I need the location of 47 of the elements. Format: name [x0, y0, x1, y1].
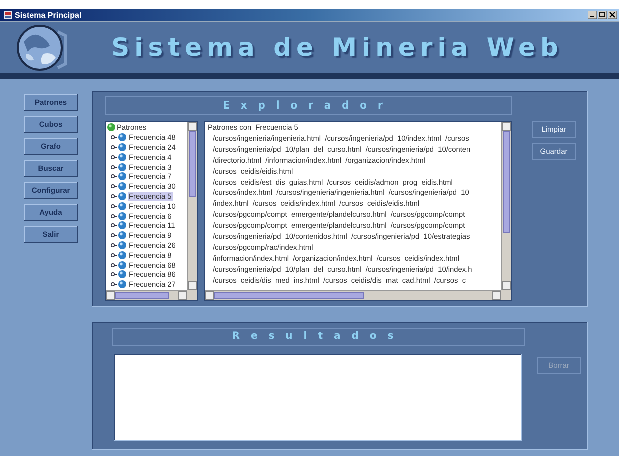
minimize-icon[interactable]	[588, 11, 597, 19]
sphere-icon	[118, 162, 127, 172]
sphere-icon	[118, 172, 127, 182]
horizontal-scrollbar[interactable]	[205, 290, 501, 300]
sphere-icon	[118, 280, 127, 289]
close-icon[interactable]	[608, 11, 617, 19]
sphere-icon	[107, 123, 116, 132]
sphere-icon	[118, 202, 127, 211]
expand-handle-icon[interactable]	[111, 135, 117, 140]
expand-handle-icon[interactable]	[111, 223, 117, 228]
expand-handle-icon[interactable]	[111, 174, 117, 180]
expand-handle-icon[interactable]	[111, 144, 117, 150]
expand-handle-icon[interactable]	[111, 154, 117, 160]
sphere-icon	[118, 192, 127, 201]
app-title: Sistema de Mineria Web	[110, 33, 564, 62]
vertical-scrollbar[interactable]	[187, 122, 197, 290]
sphere-icon	[118, 152, 127, 162]
scrollbar-corner	[187, 290, 197, 300]
sphere-icon	[118, 250, 127, 260]
expand-handle-icon[interactable]	[111, 214, 117, 219]
panel-title: Explorador	[105, 96, 512, 115]
scrollbar-corner	[501, 290, 511, 300]
expand-handle-icon[interactable]	[111, 164, 117, 170]
expand-handle-icon[interactable]	[111, 204, 117, 209]
sphere-icon	[118, 270, 127, 280]
expand-handle-icon[interactable]	[111, 262, 117, 268]
expand-handle-icon[interactable]	[111, 252, 117, 258]
horizontal-scrollbar[interactable]	[106, 290, 187, 300]
maximize-icon[interactable]	[598, 11, 607, 19]
sphere-icon	[118, 142, 127, 152]
panel-title: Resultados	[112, 328, 525, 346]
sphere-icon	[118, 212, 127, 221]
sphere-icon	[118, 221, 127, 230]
expand-handle-icon[interactable]	[111, 272, 117, 278]
app-icon	[4, 11, 12, 19]
expand-handle-icon[interactable]	[111, 184, 117, 190]
window-title: Sistema Principal	[15, 10, 83, 20]
sphere-icon	[118, 260, 127, 270]
sphere-icon	[118, 231, 127, 240]
sphere-icon	[118, 240, 127, 250]
sphere-icon	[118, 133, 127, 142]
sphere-icon	[118, 182, 127, 192]
expand-handle-icon[interactable]	[111, 194, 117, 199]
expand-handle-icon[interactable]	[111, 233, 117, 238]
vertical-scrollbar[interactable]	[501, 122, 511, 290]
expand-handle-icon[interactable]	[111, 242, 117, 248]
expand-handle-icon[interactable]	[111, 282, 117, 288]
